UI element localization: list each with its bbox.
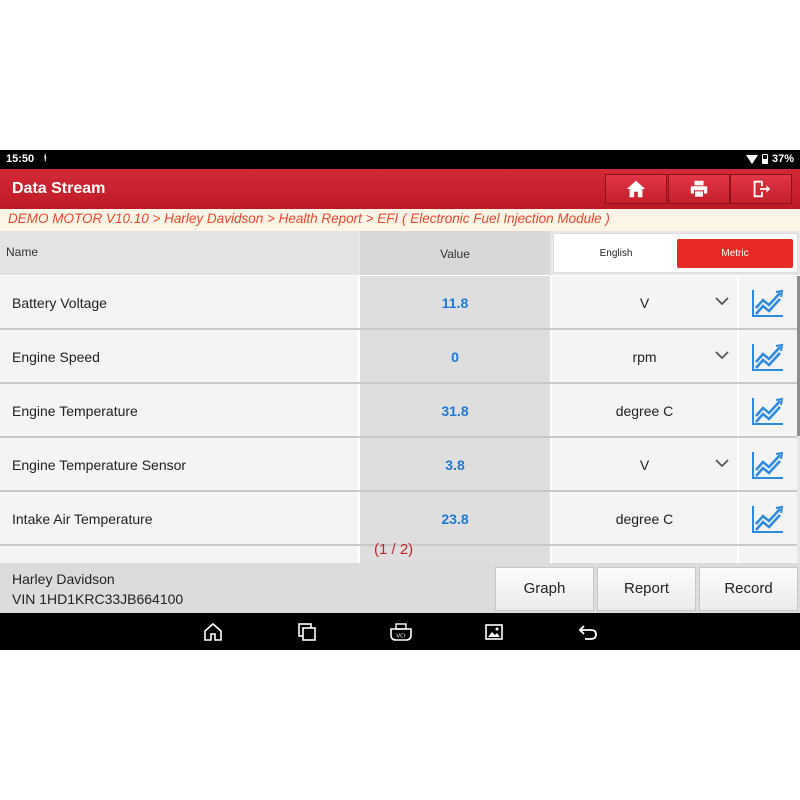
- chevron-down-icon: [715, 351, 729, 360]
- home-button[interactable]: [605, 174, 667, 204]
- data-stream-list: Battery Voltage 11.8 V Engine Speed 0 rp…: [0, 276, 800, 563]
- unit-select[interactable]: rpm: [552, 330, 737, 382]
- column-header-name: Name: [0, 231, 358, 275]
- unit-label: degree C: [615, 511, 674, 527]
- unit-select[interactable]: V: [552, 276, 737, 328]
- recent-apps-icon[interactable]: [296, 621, 318, 643]
- unit-label: rpm: [632, 349, 657, 365]
- vehicle-name: Harley Davidson: [12, 571, 115, 587]
- wifi-icon: [745, 154, 758, 164]
- status-bar: 15:50 ⫮ 37%: [0, 150, 800, 169]
- trend-chart-icon: [752, 289, 784, 317]
- graph-button[interactable]: Graph: [495, 567, 594, 611]
- gallery-icon[interactable]: [483, 621, 505, 643]
- breadcrumb: DEMO MOTOR V10.10 > Harley Davidson > He…: [0, 209, 800, 231]
- record-button[interactable]: Record: [699, 567, 798, 611]
- graph-toggle-button[interactable]: [739, 384, 797, 436]
- table-row[interactable]: Engine Temperature Sensor 3.8 V: [0, 438, 800, 490]
- trend-chart-icon: [752, 505, 784, 533]
- home-icon: [626, 180, 646, 198]
- table-row[interactable]: Battery Voltage 11.8 V: [0, 276, 800, 328]
- table-header: Name Value English Metric: [0, 231, 800, 275]
- page-indicator: (1 / 2): [374, 541, 414, 558]
- table-row[interactable]: Engine Temperature 31.8 degree C: [0, 384, 800, 436]
- graph-toggle-button[interactable]: [739, 330, 797, 382]
- column-header-value: Value: [360, 231, 550, 275]
- page-title: Data Stream: [12, 180, 106, 197]
- metric-units-button[interactable]: Metric: [677, 239, 793, 268]
- back-icon[interactable]: [577, 621, 599, 643]
- battery-icon: [761, 154, 768, 164]
- unit-cell: [552, 546, 737, 563]
- graph-toggle-button[interactable]: [739, 492, 797, 544]
- english-units-button[interactable]: English: [558, 239, 674, 268]
- chevron-down-icon: [715, 459, 729, 468]
- parameter-value: 3.8: [360, 438, 550, 490]
- unit-label: V: [639, 457, 650, 473]
- trend-chart-icon: [752, 397, 784, 425]
- battery-percent: 37%: [771, 153, 794, 165]
- parameter-name: Battery Voltage: [0, 276, 358, 328]
- status-time: 15:50: [6, 153, 35, 165]
- navigation-bar: VCI: [0, 613, 800, 650]
- chevron-down-icon: [715, 297, 729, 306]
- unit-label: V: [639, 295, 650, 311]
- graph-toggle-button[interactable]: [739, 438, 797, 490]
- svg-text:VCI: VCI: [396, 634, 406, 640]
- unit-toggle: English Metric: [553, 233, 798, 273]
- print-icon: [690, 180, 708, 198]
- report-button[interactable]: Report: [597, 567, 696, 611]
- graph-toggle-button[interactable]: [739, 546, 797, 563]
- parameter-value: 11.8: [360, 276, 550, 328]
- unit-cell: degree C: [552, 492, 737, 544]
- home-nav-icon[interactable]: [202, 621, 224, 643]
- unit-label: degree C: [615, 403, 674, 419]
- unit-select[interactable]: V: [552, 438, 737, 490]
- bottom-bar: Harley Davidson VIN 1HD1KRC33JB664100 Gr…: [0, 563, 800, 613]
- exit-button[interactable]: [730, 174, 792, 204]
- device-screen: 15:50 ⫮ 37% Data Stream DEMO MOTOR V10.1…: [0, 150, 800, 650]
- usb-icon: ⫮: [44, 153, 47, 164]
- title-bar: Data Stream: [0, 169, 800, 209]
- parameter-name: Engine Speed: [0, 330, 358, 382]
- trend-chart-icon: [752, 451, 784, 479]
- table-row[interactable]: Engine Speed 0 rpm: [0, 330, 800, 382]
- print-button[interactable]: [668, 174, 730, 204]
- parameter-value: 0: [360, 330, 550, 382]
- vehicle-vin: VIN 1HD1KRC33JB664100: [12, 591, 184, 607]
- parameter-name: Engine Temperature: [0, 384, 358, 436]
- status-indicators: 37%: [745, 153, 794, 165]
- graph-toggle-button[interactable]: [739, 276, 797, 328]
- parameter-name: [0, 546, 358, 563]
- table-row[interactable]: Intake Air Temperature 23.8 degree C: [0, 492, 800, 544]
- unit-cell: degree C: [552, 384, 737, 436]
- parameter-value: 23.8: [360, 492, 550, 544]
- trend-chart-icon: [752, 343, 784, 371]
- exit-icon: [753, 180, 771, 198]
- parameter-name: Engine Temperature Sensor: [0, 438, 358, 490]
- vci-icon[interactable]: VCI: [387, 621, 415, 643]
- parameter-value: 31.8: [360, 384, 550, 436]
- parameter-name: Intake Air Temperature: [0, 492, 358, 544]
